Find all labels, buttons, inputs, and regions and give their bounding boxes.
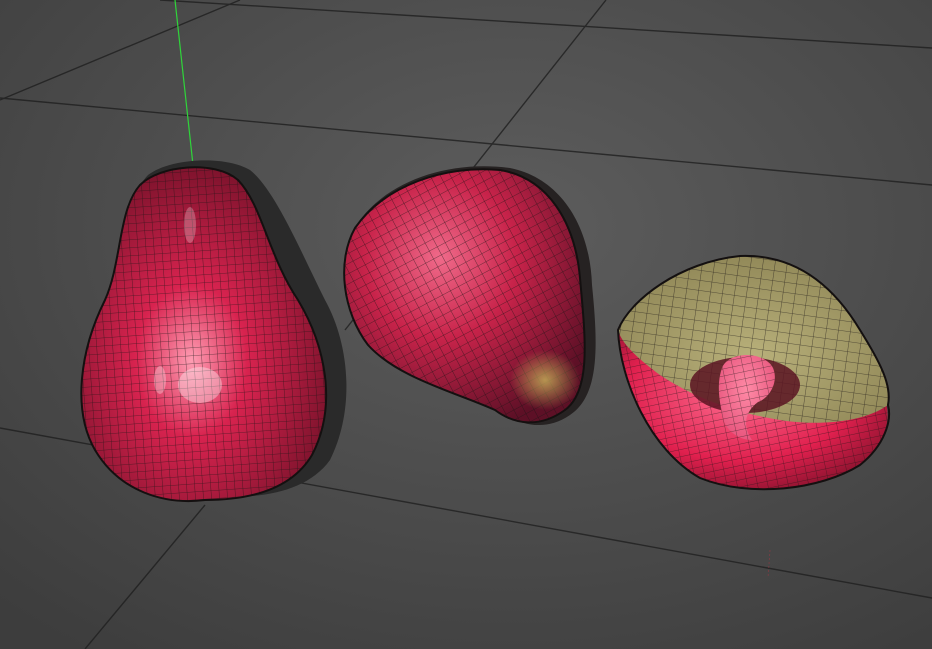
3d-viewport[interactable] — [0, 0, 932, 649]
viewport-scene — [0, 0, 932, 649]
